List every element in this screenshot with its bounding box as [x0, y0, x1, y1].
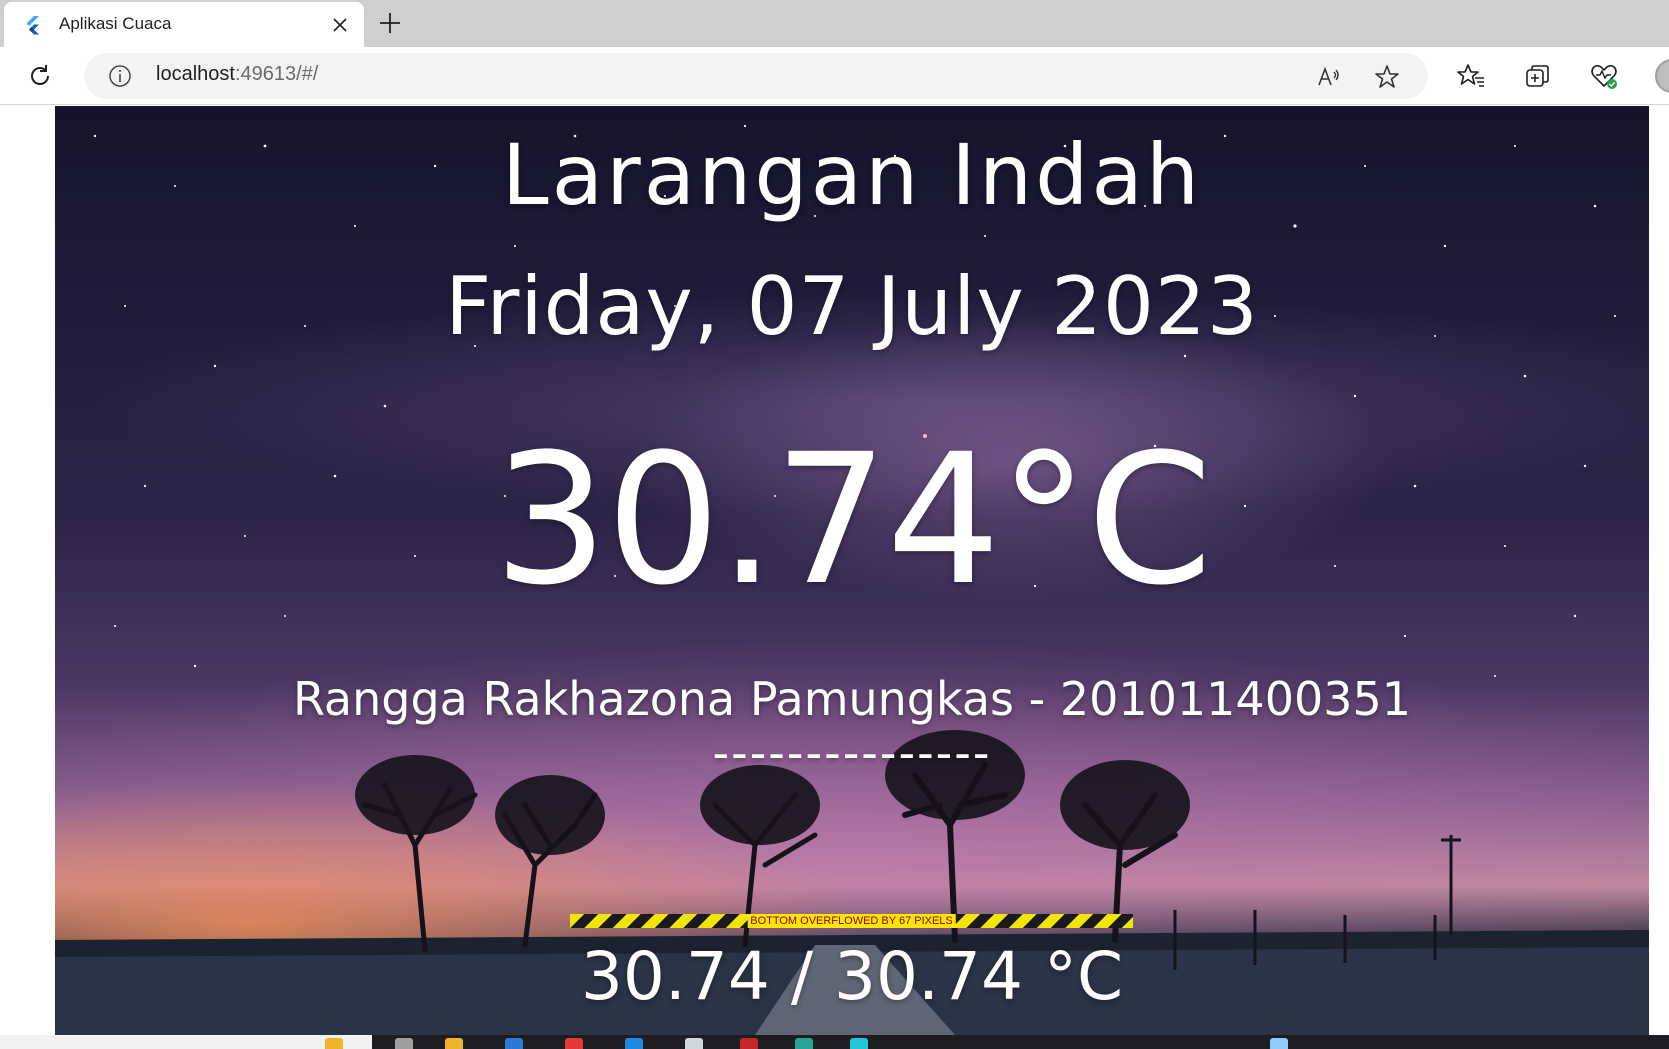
url-path: :49613/#/	[234, 63, 319, 85]
min-max-temperature: 30.74 / 30.74 °C	[580, 938, 1124, 1015]
profile-icon[interactable]	[1655, 59, 1669, 93]
favorites-icon[interactable]	[1457, 62, 1485, 90]
url-host: localhost	[156, 63, 235, 85]
app-icon[interactable]	[505, 1038, 523, 1049]
author-credit: Rangga Rakhazona Pamungkas - 20101140035…	[292, 672, 1412, 726]
read-aloud-icon[interactable]	[1316, 64, 1342, 90]
info-icon[interactable]	[108, 64, 132, 88]
browser-essentials-icon[interactable]	[1590, 62, 1618, 90]
dashed-divider: ---------------	[712, 726, 992, 780]
edge-taskbar-icon[interactable]	[850, 1038, 868, 1049]
overflow-warning-label: BOTTOM OVERFLOWED BY 67 PIXELS	[747, 914, 956, 928]
close-icon[interactable]	[330, 15, 350, 35]
weather-app: Larangan Indah Friday, 07 July 2023 30.7…	[55, 106, 1649, 1035]
address-bar[interactable]: localhost:49613/#/	[84, 53, 1428, 99]
url-text[interactable]: localhost:49613/#/	[156, 63, 318, 86]
city-name: Larangan Indah	[501, 126, 1203, 224]
plus-icon[interactable]	[377, 10, 403, 36]
app-icon[interactable]	[795, 1038, 813, 1049]
collections-icon[interactable]	[1524, 62, 1552, 90]
task-view-icon[interactable]	[395, 1038, 413, 1049]
star-icon[interactable]	[1374, 64, 1400, 90]
flutter-icon	[26, 16, 39, 35]
taskbar-search-box[interactable]	[0, 1035, 372, 1049]
file-explorer-icon[interactable]	[445, 1038, 463, 1049]
page-viewport: Larangan Indah Friday, 07 July 2023 30.7…	[0, 106, 1669, 1035]
weather-widget-icon[interactable]	[1270, 1038, 1288, 1049]
tab-title: Aplikasi Cuaca	[59, 14, 172, 33]
app-icon[interactable]	[685, 1038, 703, 1049]
app-icon[interactable]	[325, 1038, 343, 1049]
os-taskbar	[0, 1035, 1669, 1049]
app-icon[interactable]	[625, 1038, 643, 1049]
current-temperature: 30.74°C	[493, 416, 1213, 625]
tab-strip: Aplikasi Cuaca	[0, 0, 1669, 47]
browser-toolbar: localhost:49613/#/	[0, 47, 1669, 105]
reload-icon[interactable]	[26, 62, 54, 90]
overflow-warning-strip: BOTTOM OVERFLOWED BY 67 PIXELS	[570, 914, 1133, 928]
browser-tab[interactable]: Aplikasi Cuaca	[4, 2, 364, 47]
app-icon[interactable]	[565, 1038, 583, 1049]
app-icon[interactable]	[740, 1038, 758, 1049]
current-date: Friday, 07 July 2023	[445, 260, 1259, 353]
